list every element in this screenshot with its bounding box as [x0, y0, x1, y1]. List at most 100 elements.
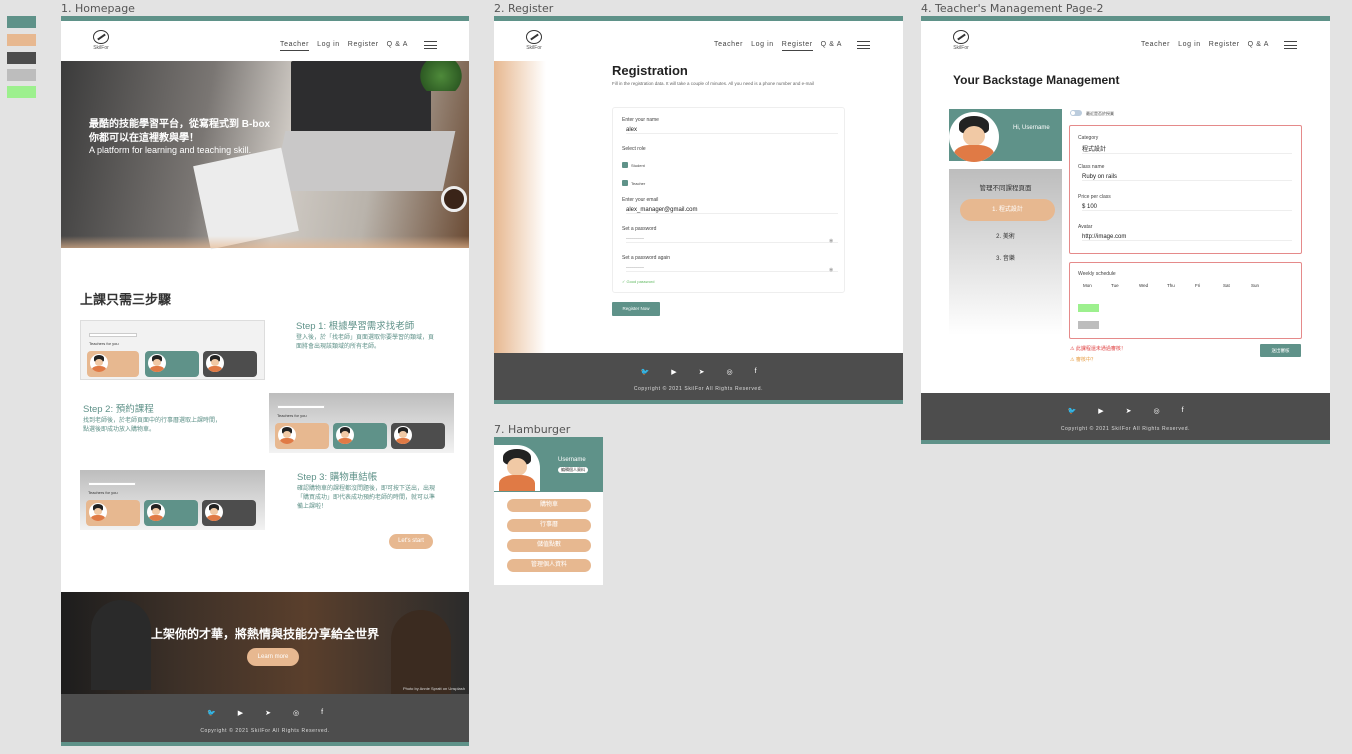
- step2-card-2[interactable]: [333, 423, 387, 449]
- facebook-icon[interactable]: f: [755, 368, 757, 376]
- footer-accent-bar: [494, 400, 903, 404]
- facebook-icon[interactable]: f: [1182, 407, 1184, 415]
- step3-card-1[interactable]: [86, 500, 140, 526]
- menu-calendar[interactable]: 行事曆: [507, 519, 591, 532]
- password-again-input[interactable]: ·········: [626, 265, 838, 272]
- avatar-label: Avatar: [1078, 224, 1093, 230]
- step1-card-1[interactable]: [87, 351, 139, 377]
- hi-username: Hi, Username: [1013, 125, 1050, 131]
- submit-review-button[interactable]: 送出審核: [1260, 344, 1301, 357]
- color-swatch-teal: [7, 16, 36, 28]
- error-message: ⚠ 此課程還未通過審核！: [1070, 345, 1126, 352]
- youtube-icon[interactable]: ▶: [1098, 407, 1103, 415]
- steps-title: 上課只需三步驟: [80, 292, 172, 307]
- logo-text: SkilFor: [953, 45, 969, 51]
- step3-search: [88, 482, 136, 486]
- frame-label-hamburger[interactable]: 7. Hamburger: [494, 423, 570, 436]
- schedule-slot-booked[interactable]: [1078, 321, 1099, 329]
- logo[interactable]: SkilFor: [89, 30, 113, 51]
- logo[interactable]: SkilFor: [949, 30, 973, 51]
- classname-input[interactable]: Ruby on rails: [1082, 174, 1292, 181]
- price-input[interactable]: $ 100: [1082, 204, 1292, 211]
- email-input[interactable]: alex_manager@gmail.com: [626, 207, 838, 214]
- course-item-art[interactable]: 2. 美術: [949, 231, 1062, 240]
- lets-start-button[interactable]: Let's start: [389, 534, 433, 549]
- step2-card-3[interactable]: [391, 423, 445, 449]
- category-input[interactable]: 程式設計: [1082, 144, 1292, 154]
- instagram-icon[interactable]: ◎: [1153, 407, 1159, 415]
- nav-qa[interactable]: Q & A: [1248, 41, 1269, 48]
- nav-login[interactable]: Log in: [317, 41, 340, 51]
- register-now-button[interactable]: Register Now: [612, 302, 660, 316]
- nav-qa[interactable]: Q & A: [821, 41, 842, 51]
- nav-qa[interactable]: Q & A: [387, 41, 408, 51]
- social-icons: 🐦 ▶ ➤ ◎ f: [921, 407, 1330, 415]
- hamburger-header: Username 編輯個人資料: [494, 437, 603, 492]
- frame-label-register[interactable]: 2. Register: [494, 2, 553, 15]
- learn-more-button[interactable]: Learn more: [247, 648, 299, 666]
- registration-form-card: Enter your name alex Select role Student…: [612, 107, 845, 293]
- instagram-icon[interactable]: ◎: [726, 368, 732, 376]
- youtube-icon[interactable]: ▶: [671, 368, 676, 376]
- course-item-programming[interactable]: 1. 程式設計: [960, 199, 1055, 221]
- twitter-icon[interactable]: 🐦: [207, 709, 216, 717]
- menu-top-up[interactable]: 儲值點數: [507, 539, 591, 552]
- frame-label-home[interactable]: 1. Homepage: [61, 2, 135, 15]
- step3-teachers-for-you: Teachers for you: [88, 490, 118, 495]
- hamburger-menu-icon[interactable]: [857, 41, 870, 49]
- twitter-icon[interactable]: 🐦: [640, 368, 649, 376]
- nav-teacher[interactable]: Teacher: [1141, 41, 1170, 48]
- logo[interactable]: SkilFor: [522, 30, 546, 51]
- nav-teacher[interactable]: Teacher: [714, 41, 743, 51]
- day-sun: Sun: [1251, 283, 1260, 288]
- frame-label-manage[interactable]: 4. Teacher's Management Page-2: [921, 2, 1103, 15]
- hero-fade: [61, 236, 469, 248]
- step1-card-3[interactable]: [203, 351, 257, 377]
- menu-manage-profile[interactable]: 管理個人資料: [507, 559, 591, 572]
- day-fri: Fri: [1195, 283, 1201, 288]
- menu-cart[interactable]: 購物車: [507, 499, 591, 512]
- telegram-icon[interactable]: ➤: [1126, 407, 1132, 415]
- course-item-music[interactable]: 3. 音樂: [949, 253, 1062, 262]
- youtube-icon[interactable]: ▶: [238, 709, 243, 717]
- copyright-text: Copyright © 2021 SkilFor All Rights Rese…: [200, 728, 330, 734]
- telegram-icon[interactable]: ➤: [699, 368, 705, 376]
- user-panel: Hi, Username: [949, 109, 1062, 162]
- step3-card-2[interactable]: [144, 500, 198, 526]
- step2-card-1[interactable]: [275, 423, 329, 449]
- student-checkbox[interactable]: [622, 162, 628, 168]
- step1-card-2[interactable]: [145, 351, 199, 377]
- nav-login[interactable]: Log in: [751, 41, 774, 51]
- nav-login[interactable]: Log in: [1178, 41, 1201, 48]
- nav-register[interactable]: Register: [781, 41, 813, 51]
- name-input[interactable]: alex: [626, 127, 838, 134]
- teaching-toggle[interactable]: [1070, 110, 1082, 116]
- laptop-shape: [291, 61, 431, 136]
- hamburger-menu-icon[interactable]: [1284, 41, 1297, 49]
- hamburger-menu-icon[interactable]: [424, 41, 437, 49]
- step3-screenshot: Teachers for you: [80, 470, 265, 530]
- password-input[interactable]: ·········: [626, 236, 838, 243]
- photo-credit: Photo by Annie Spratt on Unsplash: [402, 686, 465, 691]
- eye-icon[interactable]: ◉: [829, 238, 833, 244]
- copyright-text: Copyright © 2021 SkilFor All Rights Rese…: [633, 386, 764, 392]
- teacher-checkbox[interactable]: [622, 180, 628, 186]
- user-avatar: [494, 445, 540, 491]
- telegram-icon[interactable]: ➤: [265, 709, 271, 717]
- nav-register[interactable]: Register: [348, 41, 379, 51]
- eye-icon[interactable]: ◉: [829, 267, 833, 273]
- register-footer: 🐦 ▶ ➤ ◎ f Copyright © 2021 SkilFor All R…: [494, 353, 903, 404]
- warn-message: ⚠ 審核中？: [1070, 356, 1096, 363]
- teacher-avatar: [205, 503, 223, 521]
- facebook-icon[interactable]: f: [321, 709, 323, 717]
- schedule-slot-available[interactable]: [1078, 304, 1099, 312]
- step3-card-3[interactable]: [202, 500, 256, 526]
- nav-teacher[interactable]: Teacher: [280, 41, 310, 51]
- avatar-input[interactable]: http://image.com: [1082, 234, 1292, 241]
- password-ok-text: ✓ Good password: [622, 279, 655, 284]
- instagram-icon[interactable]: ◎: [293, 709, 299, 717]
- edit-profile-button[interactable]: 編輯個人資料: [558, 467, 588, 473]
- nav-register[interactable]: Register: [1209, 41, 1240, 48]
- twitter-icon[interactable]: 🐦: [1067, 407, 1076, 415]
- logo-icon: [93, 30, 109, 44]
